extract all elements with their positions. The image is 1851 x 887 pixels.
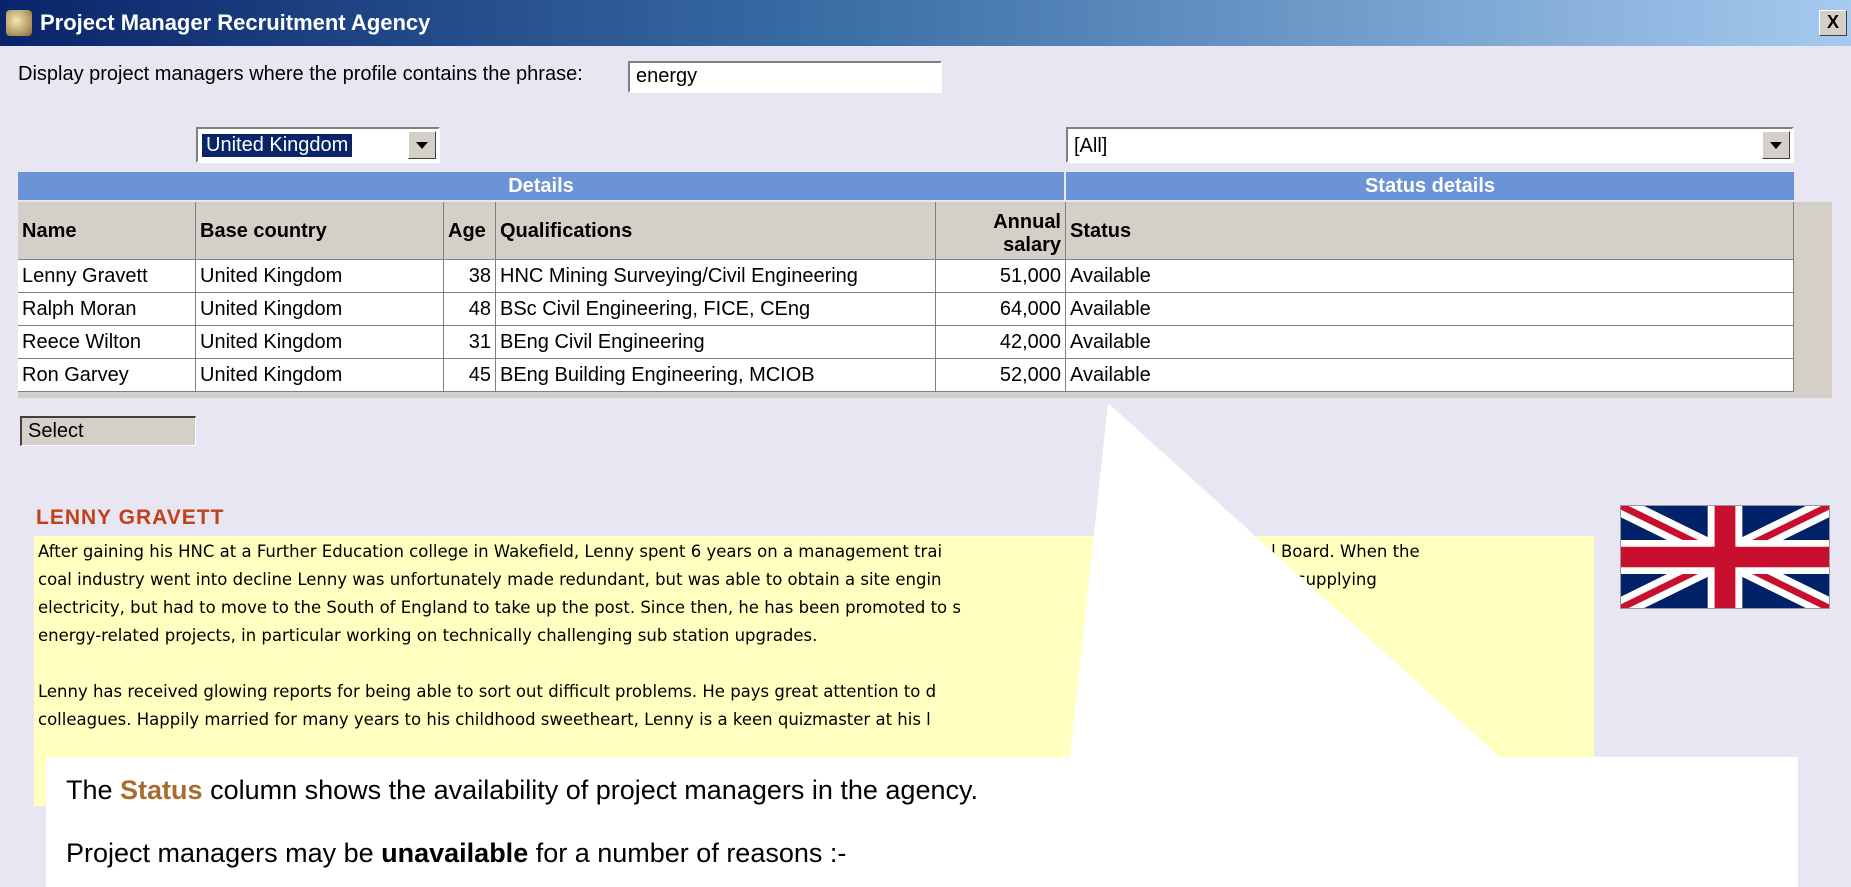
cell-qualifications: BEng Building Engineering, MCIOB <box>496 359 936 392</box>
cell-age: 31 <box>444 326 496 359</box>
cell-status: Available <box>1066 260 1794 293</box>
table-row[interactable]: Reece Wilton United Kingdom 31 BEng Civi… <box>18 326 1794 359</box>
details-group-header: Details <box>18 172 1064 200</box>
cell-qualifications: BEng Civil Engineering <box>496 326 936 359</box>
cell-qualifications: BSc Civil Engineering, FICE, CEng <box>496 293 936 326</box>
dropdown-arrow-icon[interactable] <box>1762 131 1790 159</box>
dropdown-arrow-icon[interactable] <box>408 131 436 159</box>
callout-line: The Status column shows the availability… <box>66 775 978 805</box>
column-header-annual-salary[interactable]: Annual salary <box>936 202 1066 260</box>
column-header-status[interactable]: Status <box>1066 202 1794 260</box>
country-combo[interactable]: United Kingdom <box>196 127 440 163</box>
cell-age: 45 <box>444 359 496 392</box>
profile-line: energy-related projects, in particular w… <box>38 626 818 645</box>
profile-line: Lenny has received glowing reports for b… <box>38 682 1370 701</box>
cell-status: Available <box>1066 293 1794 326</box>
column-header-age[interactable]: Age <box>444 202 496 260</box>
union-jack-flag-icon <box>1620 505 1830 609</box>
profile-line: After gaining his HNC at a Further Educa… <box>38 542 1420 561</box>
help-callout: The Status column shows the availability… <box>46 757 1798 887</box>
cell-country: United Kingdom <box>196 293 444 326</box>
cell-age: 48 <box>444 293 496 326</box>
cell-status: Available <box>1066 359 1794 392</box>
cell-salary: 52,000 <box>936 359 1066 392</box>
close-button[interactable]: X <box>1819 10 1847 36</box>
status-combo[interactable]: [All] <box>1066 127 1794 163</box>
managers-grid: Name Base country Age Qualifications Ann… <box>18 202 1832 398</box>
cell-age: 38 <box>444 260 496 293</box>
cell-salary: 42,000 <box>936 326 1066 359</box>
cell-country: United Kingdom <box>196 326 444 359</box>
table-row[interactable]: Ralph Moran United Kingdom 48 BSc Civil … <box>18 293 1794 326</box>
status-combo-value: [All] <box>1074 135 1108 157</box>
profile-line: electricity, but had to move to the Sout… <box>38 598 1302 617</box>
country-combo-value: United Kingdom <box>202 134 353 157</box>
window-title: Project Manager Recruitment Agency <box>40 10 431 35</box>
column-header-name[interactable]: Name <box>18 202 196 260</box>
callout-line: Project managers may be unavailable for … <box>66 838 847 868</box>
cell-country: United Kingdom <box>196 359 444 392</box>
cell-salary: 64,000 <box>936 293 1066 326</box>
column-header-qualifications[interactable]: Qualifications <box>496 202 936 260</box>
status-details-group-header: Status details <box>1066 172 1794 200</box>
profile-name: LENNY GRAVETT <box>36 506 225 529</box>
title-bar: Project Manager Recruitment Agency X <box>0 0 1851 46</box>
phrase-input[interactable]: energy <box>628 61 942 93</box>
column-header-base-country[interactable]: Base country <box>196 202 444 260</box>
cell-qualifications: HNC Mining Surveying/Civil Engineering <box>496 260 936 293</box>
select-button[interactable]: Select <box>20 416 196 446</box>
app-icon <box>6 10 32 36</box>
cell-name: Ralph Moran <box>18 293 196 326</box>
table-row[interactable]: Lenny Gravett United Kingdom 38 HNC Mini… <box>18 260 1794 293</box>
cell-name: Reece Wilton <box>18 326 196 359</box>
cell-name: Ron Garvey <box>18 359 196 392</box>
cell-status: Available <box>1066 326 1794 359</box>
profile-line: colleagues. Happily married for many yea… <box>38 710 1397 729</box>
cell-country: United Kingdom <box>196 260 444 293</box>
cell-salary: 51,000 <box>936 260 1066 293</box>
profile-line: coal industry went into decline Lenny wa… <box>38 570 1377 589</box>
table-row[interactable]: Ron Garvey United Kingdom 45 BEng Buildi… <box>18 359 1794 392</box>
cell-name: Lenny Gravett <box>18 260 196 293</box>
filter-label: Display project managers where the profi… <box>18 63 583 85</box>
